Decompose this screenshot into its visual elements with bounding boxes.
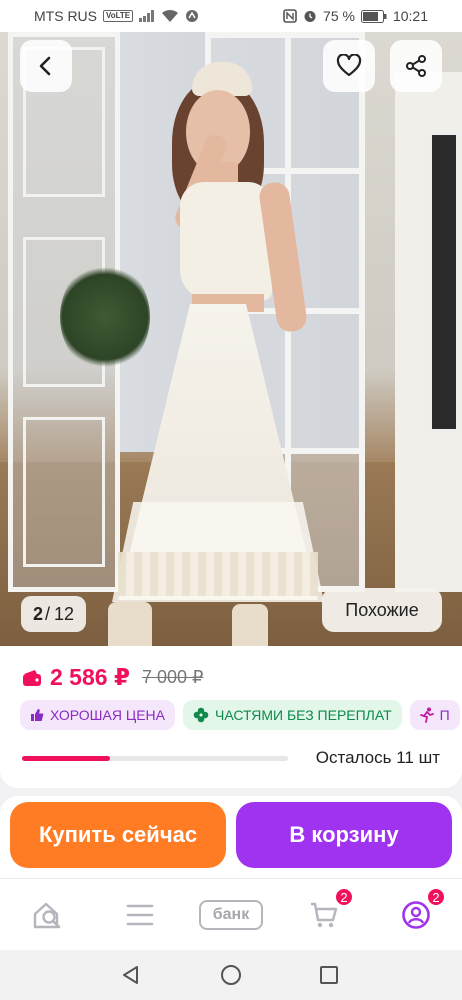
product-info-card: 2 586 ₽ 7 000 ₽ ХОРОШАЯ ЦЕНА ЧАСТЯМИ БЕЗ… <box>0 646 462 788</box>
badge-label: ЧАСТЯМИ БЕЗ ПЕРЕПЛАТ <box>215 707 392 723</box>
similar-button[interactable]: Похожие <box>322 588 442 632</box>
cart-badge: 2 <box>334 887 354 907</box>
gallery-current-index: 2 <box>33 603 44 624</box>
gallery-total: 12 <box>54 603 75 624</box>
battery-percent: 75 % <box>323 8 355 24</box>
wifi-icon <box>162 9 179 22</box>
buy-now-button[interactable]: Купить сейчас <box>10 802 226 868</box>
badge-installments[interactable]: ЧАСТЯМИ БЕЗ ПЕРЕПЛАТ <box>183 700 402 730</box>
badge-label: П <box>439 707 450 723</box>
nfc-icon <box>283 9 297 23</box>
badge-label: ХОРОШАЯ ЦЕНА <box>50 707 165 723</box>
carrier-label: MTS RUS <box>34 8 97 24</box>
clock: 10:21 <box>392 8 428 24</box>
menu-icon <box>126 904 154 926</box>
profile-badge: 2 <box>426 887 446 907</box>
badge-list: ХОРОШАЯ ЦЕНА ЧАСТЯМИ БЕЗ ПЕРЕПЛАТ П <box>20 700 460 730</box>
square-recents-icon <box>320 966 338 984</box>
share-button[interactable] <box>390 40 442 92</box>
heart-icon <box>336 54 362 77</box>
signal-icon <box>139 10 155 22</box>
nav-catalog[interactable] <box>120 895 160 935</box>
nav-cart[interactable]: 2 <box>304 887 354 935</box>
old-price: 7 000 ₽ <box>141 667 204 687</box>
current-price: 2 586 ₽ <box>50 664 130 690</box>
profile-icon <box>402 901 430 929</box>
badge-good-price[interactable]: ХОРОШАЯ ЦЕНА <box>20 700 175 730</box>
bank-label: банк <box>199 900 263 930</box>
photo-plant <box>60 262 150 372</box>
system-recents-button[interactable] <box>318 964 340 986</box>
nav-home[interactable] <box>28 895 68 935</box>
model-shoe-left <box>108 602 152 646</box>
product-photo[interactable] <box>0 32 462 646</box>
add-to-cart-button[interactable]: В корзину <box>236 802 452 868</box>
speed-icon <box>186 10 199 22</box>
stock-progress-bar <box>22 756 288 761</box>
favorite-button[interactable] <box>323 40 375 92</box>
wallet-icon <box>23 669 41 686</box>
stock-remaining: Осталось 11 шт <box>315 748 440 767</box>
runner-icon <box>419 707 434 723</box>
badge-partial[interactable]: П <box>409 700 460 730</box>
nav-profile[interactable]: 2 <box>396 887 446 935</box>
alarm-icon <box>304 11 316 22</box>
cart-icon <box>311 902 338 928</box>
share-icon <box>406 55 426 77</box>
photo-wall-right <box>395 72 462 592</box>
system-back-button[interactable] <box>120 964 142 986</box>
battery-icon <box>360 9 387 23</box>
clover-icon <box>193 707 209 723</box>
model-lace-trim <box>118 552 318 596</box>
gallery-counter: 2 / 12 <box>21 596 87 632</box>
system-navigation-bar <box>0 950 462 1000</box>
thumbs-up-icon <box>31 709 44 721</box>
nav-bank[interactable]: банк <box>197 895 265 935</box>
model-corset <box>180 182 272 300</box>
volte-icon: VoLTE <box>103 10 134 22</box>
model-shoe-right <box>232 604 268 646</box>
status-bar: MTS RUS VoLTE 75 % 10:21 <box>0 0 462 32</box>
home-search-icon <box>33 902 61 929</box>
triangle-back-icon <box>123 966 138 984</box>
circle-home-icon <box>221 965 241 985</box>
purchase-action-bar: Купить сейчас В корзину <box>0 796 462 878</box>
chevron-left-icon <box>39 56 51 76</box>
back-button[interactable] <box>20 40 72 92</box>
gallery-separator: / <box>45 603 51 624</box>
stock-progress-fill <box>22 756 110 761</box>
bottom-navigation: банк 2 2 <box>0 878 462 950</box>
system-home-button[interactable] <box>220 964 242 986</box>
